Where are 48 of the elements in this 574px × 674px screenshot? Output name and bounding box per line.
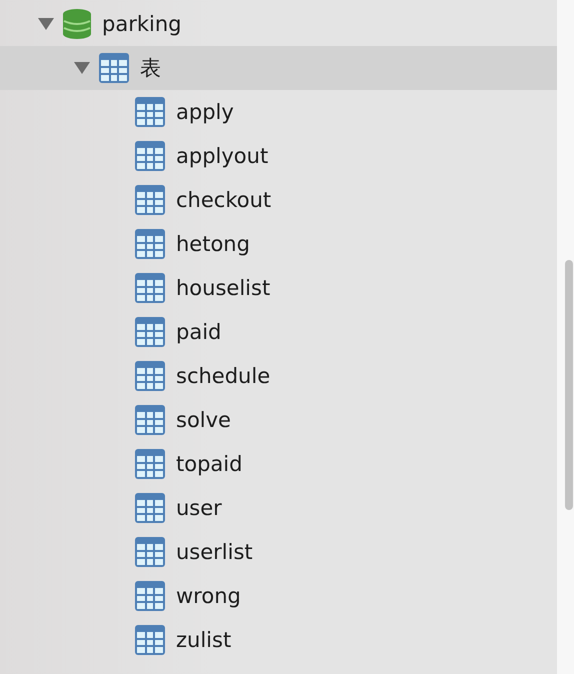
table-icon [134,360,166,392]
table-icon [134,140,166,172]
tree-item-label: paid [176,320,222,344]
database-icon [62,8,92,40]
table-icon [134,580,166,612]
tree-item[interactable]: userlist [0,530,557,574]
tree-item-label: topaid [176,452,242,476]
tree-item-label: userlist [176,540,253,564]
tree-item[interactable]: 表 [0,46,557,90]
tree-item-label: solve [176,408,231,432]
tree-item[interactable]: applyout [0,134,557,178]
tree-item-label: hetong [176,232,250,256]
table-icon [134,184,166,216]
tree-item[interactable]: topaid [0,442,557,486]
table-icon [134,404,166,436]
tree-item[interactable]: apply [0,90,557,134]
table-icon [134,492,166,524]
tree-item-label: checkout [176,188,272,212]
tree-item[interactable]: wrong [0,574,557,618]
expanded-arrow-icon[interactable] [74,61,90,75]
table-icon [134,448,166,480]
table-icon [134,624,166,656]
table-icon [134,272,166,304]
tree-item-label: parking [102,12,182,36]
tree-item-label: 表 [140,55,161,82]
tree-item[interactable]: hetong [0,222,557,266]
tree-item-label: apply [176,100,234,124]
tree-item-label: applyout [176,144,268,168]
table-icon [134,96,166,128]
tree-item[interactable]: schedule [0,354,557,398]
table-icon [134,228,166,260]
tree-item-label: houselist [176,276,270,300]
table-icon [98,52,130,84]
tree-item-label: user [176,496,222,520]
tree-item[interactable]: solve [0,398,557,442]
tree-item[interactable]: zulist [0,618,557,662]
tree-item-label: schedule [176,364,270,388]
table-icon [134,536,166,568]
tree-item[interactable]: houselist [0,266,557,310]
tree-item[interactable]: checkout [0,178,557,222]
expanded-arrow-icon[interactable] [38,17,54,31]
table-icon [134,316,166,348]
tree-item[interactable]: parking [0,2,557,46]
tree-item-label: zulist [176,628,232,652]
tree-item[interactable]: paid [0,310,557,354]
tree-item-label: wrong [176,584,241,608]
scrollbar-thumb[interactable] [565,260,573,510]
tree-item[interactable]: user [0,486,557,530]
